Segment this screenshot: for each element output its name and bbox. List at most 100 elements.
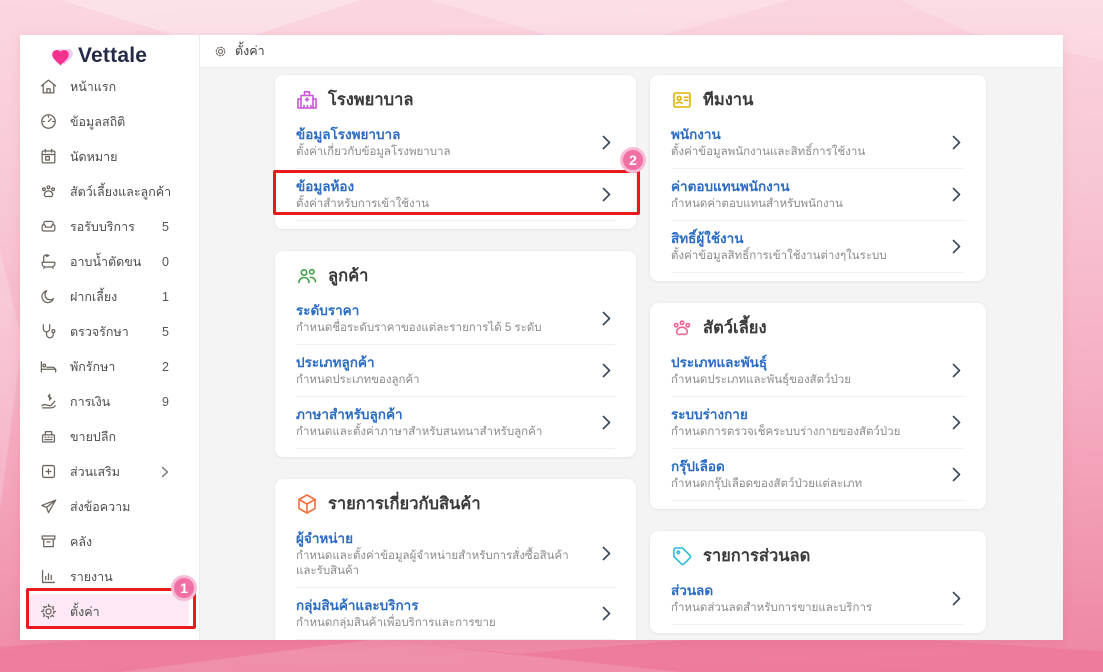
settings-item-employee-compensation[interactable]: ค่าตอบแทนพนักงาน กำหนดค่าตอบแทนสำหรับพนั…: [671, 169, 965, 221]
settings-item-title: ระบบร่างกาย: [671, 407, 748, 422]
bed-icon: [38, 357, 58, 377]
card-product-title: รายการเกี่ยวกับสินค้า: [328, 495, 481, 513]
chevron-right-icon: [602, 135, 611, 150]
money-hand-icon: [38, 392, 58, 412]
sidebar-item-label: ฝากเลี้ยง: [70, 289, 118, 304]
chevron-right-icon: [952, 135, 961, 150]
report-chart-icon: [38, 567, 58, 587]
sidebar-item-finance[interactable]: การเงิน 9: [20, 384, 199, 419]
sidebar-item-pets-customers[interactable]: สัตว์เลี้ยงและลูกค้า: [20, 174, 199, 209]
paw-icon: [670, 316, 694, 340]
sidebar-item-inventory[interactable]: คลัง: [20, 524, 199, 559]
settings-item-title: ประเภทและพันธุ์: [671, 355, 768, 370]
bathtub-icon: [38, 252, 58, 272]
settings-item-employee[interactable]: พนักงาน ตั้งค่าข้อมูลพนักงานและสิทธิ์การ…: [671, 117, 965, 169]
card-discount: รายการส่วนลด ส่วนลด กำหนดส่วนลดสำหรับการ…: [650, 531, 986, 633]
settings-item-desc: กำหนดประเภทและพันธุ์ของสัตว์ป่วย: [671, 374, 851, 386]
sidebar-item-settings[interactable]: ตั้งค่า: [28, 594, 189, 629]
inventory-box-icon: [38, 532, 58, 552]
sidebar-item-label: ข้อมูลสถิติ: [70, 114, 126, 129]
card-pet-title: สัตว์เลี้ยง: [703, 319, 767, 337]
chevron-right-icon: [161, 466, 169, 478]
sidebar-item-waiting-service[interactable]: รอรับบริการ 5: [20, 209, 199, 244]
background-triangle: [0, 250, 22, 510]
settings-item-title: กลุ่มสินค้าและบริการ: [296, 598, 419, 613]
background: Vettale หน้าแรก ข้อมูลสถิติ นัดหมาย สัตว…: [0, 0, 1103, 672]
settings-item-user-permission[interactable]: สิทธิ์ผู้ใช้งาน ตั้งค่าข้อมูลสิทธิ์การเข…: [671, 221, 965, 273]
settings-item-title: ผู้จำหน่าย: [296, 531, 354, 546]
stethoscope-icon: [38, 322, 58, 342]
sidebar-item-addons[interactable]: ส่วนเสริม: [20, 454, 199, 489]
moon-icon: [38, 287, 58, 307]
chevron-right-icon: [602, 311, 611, 326]
chevron-right-icon: [602, 606, 611, 621]
sidebar-item-messages[interactable]: ส่งข้อความ: [20, 489, 199, 524]
settings-item-body-system[interactable]: ระบบร่างกาย กำหนดการตรวจเช็คระบบร่างกายข…: [671, 397, 965, 449]
settings-column-left: โรงพยาบาล ข้อมูลโรงพยาบาล ตั้งค่าเกี่ยวก…: [275, 75, 636, 640]
settings-item-supplier[interactable]: ผู้จำหน่าย กำหนดและตั้งค่าข้อมูลผู้จำหน่…: [296, 521, 615, 588]
calendar-icon: [38, 147, 58, 167]
page-title: ตั้งค่า: [235, 44, 265, 58]
card-team-header: ทีมงาน: [650, 85, 986, 115]
heart-logo-icon: [50, 44, 74, 68]
chevron-right-icon: [952, 591, 961, 606]
card-team: ทีมงาน พนักงาน ตั้งค่าข้อมูลพนักงานและสิ…: [650, 75, 986, 281]
sidebar-item-statistics[interactable]: ข้อมูลสถิติ: [20, 104, 199, 139]
settings-item-title: พนักงาน: [671, 127, 721, 142]
sidebar-item-label: สัตว์เลี้ยงและลูกค้า: [70, 184, 172, 199]
card-pet: สัตว์เลี้ยง ประเภทและพันธุ์ กำหนดประเภทแ…: [650, 303, 986, 509]
sidebar-item-retail[interactable]: ขายปลีก: [20, 419, 199, 454]
sidebar-item-label: ส่งข้อความ: [70, 499, 131, 514]
chevron-right-icon: [952, 239, 961, 254]
settings-item-desc: กำหนดและตั้งค่าภาษาสำหรับสนทนาสำหรับลูกค…: [296, 426, 543, 438]
card-hospital-header: โรงพยาบาล: [275, 85, 636, 115]
settings-item-discount[interactable]: ส่วนลด กำหนดส่วนลดสำหรับการขายและบริการ: [671, 573, 965, 625]
card-customer: ลูกค้า ระดับราคา กำหนดชื่อระดับราคาของแต…: [275, 251, 636, 457]
card-hospital-title: โรงพยาบาล: [328, 91, 414, 109]
sofa-icon: [38, 217, 58, 237]
settings-item-product-group[interactable]: กลุ่มสินค้าและบริการ กำหนดกลุ่มสินค้าเพื…: [296, 588, 615, 640]
sidebar-item-grooming[interactable]: อาบน้ำตัดขน 0: [20, 244, 199, 279]
settings-item-blood-group[interactable]: กรุ๊ปเลือด กำหนดกรุ๊ปเลือดของสัตว์ป่วยแต…: [671, 449, 965, 501]
sidebar-item-count: 9: [162, 394, 169, 409]
tag-icon: [670, 544, 694, 568]
sidebar: Vettale หน้าแรก ข้อมูลสถิติ นัดหมาย สัตว…: [20, 35, 200, 640]
settings-item-title: ระดับราคา: [296, 303, 360, 318]
chevron-right-icon: [952, 415, 961, 430]
page-header: ตั้งค่า: [200, 35, 1063, 68]
settings-item-desc: กำหนดและตั้งค่าข้อมูลผู้จำหน่ายสำหรับการ…: [296, 550, 569, 577]
settings-item-title: ข้อมูลโรงพยาบาล: [296, 127, 401, 142]
settings-item-title: ส่วนลด: [671, 583, 714, 598]
settings-item-desc: ตั้งค่าเกี่ยวกับข้อมูลโรงพยาบาล: [296, 146, 451, 158]
settings-item-room-info[interactable]: ข้อมูลห้อง ตั้งค่าสำหรับการเข้าใช้งาน: [296, 169, 615, 221]
chevron-right-icon: [602, 363, 611, 378]
sidebar-item-home[interactable]: หน้าแรก: [20, 69, 199, 104]
card-pet-header: สัตว์เลี้ยง: [650, 313, 986, 343]
settings-item-pet-type-breed[interactable]: ประเภทและพันธุ์ กำหนดประเภทและพันธุ์ของส…: [671, 345, 965, 397]
settings-item-customer-language[interactable]: ภาษาสำหรับลูกค้า กำหนดและตั้งค่าภาษาสำหร…: [296, 397, 615, 449]
sidebar-item-appointments[interactable]: นัดหมาย: [20, 139, 199, 174]
card-product-header: รายการเกี่ยวกับสินค้า: [275, 489, 636, 519]
settings-item-customer-type[interactable]: ประเภทลูกค้า กำหนดประเภทของลูกค้า: [296, 345, 615, 397]
sidebar-item-inpatient[interactable]: พักรักษา 2: [20, 349, 199, 384]
chevron-right-icon: [952, 363, 961, 378]
card-team-title: ทีมงาน: [703, 91, 754, 109]
sidebar-item-label: นัดหมาย: [70, 149, 118, 164]
cash-register-icon: [38, 427, 58, 447]
sidebar-item-boarding[interactable]: ฝากเลี้ยง 1: [20, 279, 199, 314]
card-discount-title: รายการส่วนลด: [703, 547, 811, 565]
sidebar-item-examination[interactable]: ตรวจรักษา 5: [20, 314, 199, 349]
cube-icon: [295, 492, 319, 516]
sidebar-item-label: รายงาน: [70, 569, 113, 584]
settings-item-price-level[interactable]: ระดับราคา กำหนดชื่อระดับราคาของแต่ละรายก…: [296, 293, 615, 345]
app-title: Vettale: [78, 44, 148, 67]
chevron-right-icon: [602, 546, 611, 561]
home-icon: [38, 77, 58, 97]
sidebar-item-label: หน้าแรก: [70, 79, 117, 94]
sidebar-item-count: 5: [162, 219, 169, 234]
hospital-icon: [295, 88, 319, 112]
sidebar-item-label: รอรับบริการ: [70, 219, 135, 234]
settings-item-hospital-info[interactable]: ข้อมูลโรงพยาบาล ตั้งค่าเกี่ยวกับข้อมูลโร…: [296, 117, 615, 169]
settings-item-title: ค่าตอบแทนพนักงาน: [671, 179, 790, 194]
annotation-badge-step1: 1: [171, 575, 197, 601]
